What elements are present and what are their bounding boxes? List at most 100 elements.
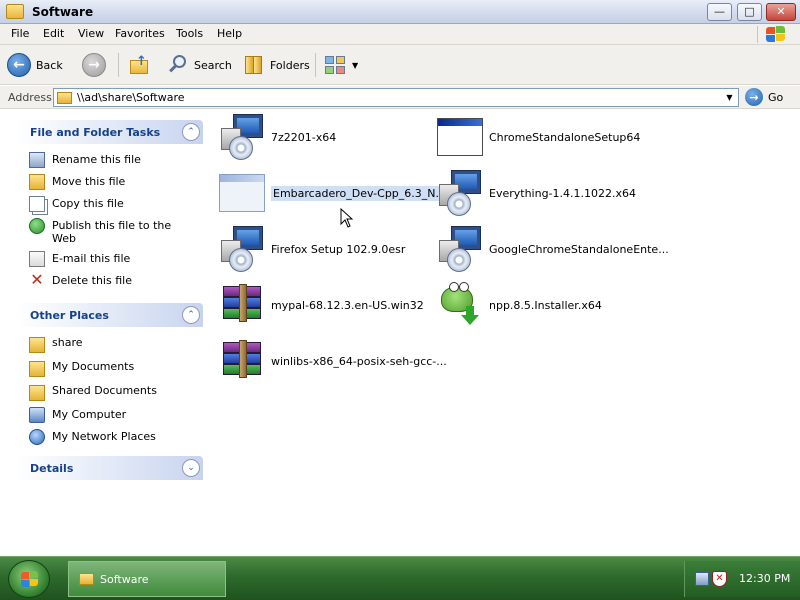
file-item-selected[interactable]: Embarcadero_Dev-Cpp_6.3_N... bbox=[219, 169, 448, 217]
collapse-chevron-icon[interactable]: ⌃ bbox=[182, 306, 200, 324]
clock[interactable]: 12:30 PM bbox=[739, 572, 790, 585]
rename-icon bbox=[29, 152, 45, 168]
file-tasks-header[interactable]: File and Folder Tasks ⌃ bbox=[17, 120, 203, 144]
task-label: E-mail this file bbox=[52, 252, 131, 265]
maximize-button[interactable]: □ bbox=[737, 3, 762, 21]
folders-label: Folders bbox=[270, 58, 310, 72]
network-tray-icon[interactable] bbox=[695, 572, 709, 586]
file-name: winlibs-x86_64-posix-seh-gcc-... bbox=[271, 354, 447, 368]
windows-logo-icon bbox=[765, 26, 787, 43]
place-label: share bbox=[52, 336, 83, 349]
task-move[interactable]: Move this file bbox=[29, 174, 203, 190]
start-button[interactable] bbox=[8, 560, 50, 598]
file-item[interactable]: GoogleChromeStandaloneEnte... bbox=[437, 225, 669, 273]
task-pane: File and Folder Tasks ⌃ Rename this file… bbox=[0, 110, 210, 556]
task-email[interactable]: E-mail this file bbox=[29, 251, 203, 267]
close-button[interactable]: ✕ bbox=[766, 3, 796, 21]
task-label: Copy this file bbox=[52, 197, 124, 210]
folders-button[interactable]: Folders bbox=[243, 52, 310, 78]
installer-icon bbox=[219, 226, 265, 272]
task-delete[interactable]: ✕ Delete this file bbox=[29, 270, 203, 289]
computer-icon bbox=[29, 407, 45, 423]
taskbar-window-label: Software bbox=[100, 572, 149, 586]
file-item[interactable]: ChromeStandaloneSetup64 bbox=[437, 113, 640, 161]
dropdown-arrow-icon: ▼ bbox=[352, 60, 359, 70]
collapse-chevron-icon[interactable]: ⌃ bbox=[182, 123, 200, 141]
other-places-header[interactable]: Other Places ⌃ bbox=[17, 303, 203, 327]
menu-edit[interactable]: Edit bbox=[43, 27, 64, 40]
file-item[interactable]: mypal-68.12.3.en-US.win32 bbox=[219, 281, 424, 329]
security-shield-icon[interactable]: ✕ bbox=[712, 571, 727, 587]
title-bar: Software — □ ✕ bbox=[0, 0, 800, 24]
file-item[interactable]: npp.8.5.Installer.x64 bbox=[437, 281, 602, 329]
window-app-icon bbox=[437, 114, 483, 160]
archive-icon bbox=[219, 282, 265, 328]
folder-icon bbox=[57, 92, 72, 104]
menu-tools[interactable]: Tools bbox=[176, 27, 203, 40]
task-label: Publish this file to the Web bbox=[52, 219, 172, 245]
file-tasks-title: File and Folder Tasks bbox=[30, 126, 161, 139]
file-tasks-panel: File and Folder Tasks ⌃ Rename this file… bbox=[17, 120, 203, 299]
menu-favorites[interactable]: Favorites bbox=[115, 27, 165, 40]
address-dropdown-icon[interactable]: ▼ bbox=[722, 90, 737, 105]
address-bar: Address \\ad\share\Software ▼ → Go bbox=[0, 86, 800, 109]
delete-icon: ✕ bbox=[30, 270, 44, 289]
mouse-cursor-icon bbox=[340, 208, 354, 228]
place-share[interactable]: share bbox=[29, 335, 203, 353]
copy-icon bbox=[29, 196, 45, 212]
go-arrow-icon: → bbox=[745, 88, 763, 106]
file-name: 7z2201-x64 bbox=[271, 130, 337, 144]
network-icon bbox=[29, 429, 45, 445]
toolbar-separator bbox=[118, 53, 119, 77]
place-my-documents[interactable]: My Documents bbox=[29, 359, 203, 377]
file-item[interactable]: 7z2201-x64 bbox=[219, 113, 336, 161]
file-item[interactable]: Firefox Setup 102.9.0esr bbox=[219, 225, 405, 273]
menu-file[interactable]: File bbox=[11, 27, 29, 40]
taskbar-window-button[interactable]: Software bbox=[68, 561, 226, 597]
other-places-title: Other Places bbox=[30, 309, 109, 322]
file-name: Embarcadero_Dev-Cpp_6.3_N... bbox=[271, 185, 448, 201]
taskbar: Software ✕ 12:30 PM bbox=[0, 556, 800, 600]
folder-icon bbox=[29, 337, 45, 353]
go-button[interactable]: → Go bbox=[745, 88, 783, 106]
place-shared-documents[interactable]: Shared Documents bbox=[29, 383, 203, 401]
file-name: Firefox Setup 102.9.0esr bbox=[271, 242, 406, 256]
search-button[interactable]: Search bbox=[167, 52, 232, 78]
address-label: Address bbox=[8, 91, 52, 104]
installer-icon bbox=[219, 114, 265, 160]
forward-arrow-icon: → bbox=[82, 53, 106, 77]
forward-button[interactable]: → bbox=[82, 52, 106, 78]
place-label: My Computer bbox=[52, 408, 127, 421]
expand-chevron-icon[interactable]: ⌄ bbox=[182, 459, 200, 477]
details-header[interactable]: Details ⌄ bbox=[17, 456, 203, 480]
go-label: Go bbox=[768, 90, 784, 104]
file-name: GoogleChromeStandaloneEnte... bbox=[489, 242, 669, 256]
installer-icon bbox=[437, 226, 483, 272]
window-app-icon bbox=[219, 170, 265, 216]
task-copy[interactable]: Copy this file bbox=[29, 196, 203, 212]
menu-bar: File Edit View Favorites Tools Help bbox=[0, 24, 800, 45]
archive-icon bbox=[219, 338, 265, 384]
folder-icon bbox=[29, 361, 45, 377]
task-publish[interactable]: Publish this file to the Web bbox=[29, 218, 203, 245]
search-label: Search bbox=[194, 58, 232, 72]
file-name: npp.8.5.Installer.x64 bbox=[489, 298, 602, 312]
task-label: Delete this file bbox=[52, 274, 132, 287]
menu-help[interactable]: Help bbox=[217, 27, 242, 40]
window-title: Software bbox=[32, 5, 94, 19]
address-input[interactable]: \\ad\share\Software ▼ bbox=[53, 88, 739, 107]
up-folder-button[interactable]: ↑ bbox=[128, 52, 152, 78]
email-icon bbox=[29, 251, 45, 267]
folder-icon bbox=[6, 4, 24, 19]
place-network[interactable]: My Network Places bbox=[29, 429, 203, 445]
place-my-computer[interactable]: My Computer bbox=[29, 407, 203, 423]
installer-icon bbox=[437, 170, 483, 216]
views-button[interactable]: ▼ bbox=[323, 52, 358, 78]
file-item[interactable]: winlibs-x86_64-posix-seh-gcc-... bbox=[219, 337, 447, 385]
menu-view[interactable]: View bbox=[78, 27, 104, 40]
file-item[interactable]: Everything-1.4.1.1022.x64 bbox=[437, 169, 636, 217]
back-button[interactable]: ← Back bbox=[7, 52, 63, 78]
minimize-button[interactable]: — bbox=[707, 3, 732, 21]
task-rename[interactable]: Rename this file bbox=[29, 152, 203, 168]
task-label: Rename this file bbox=[52, 153, 141, 166]
